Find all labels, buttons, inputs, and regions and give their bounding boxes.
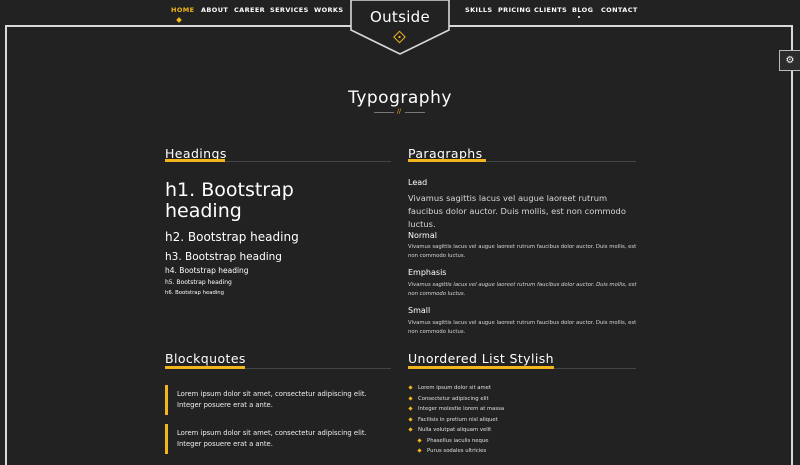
small-text: Vivamus sagittis lacus vel augue laoreet… bbox=[408, 320, 637, 335]
logo-text: Outside bbox=[369, 8, 431, 26]
nav-works[interactable]: WORKS bbox=[314, 6, 343, 14]
list-accent bbox=[408, 366, 554, 369]
heading-h2: h2. Bootstrap heading bbox=[165, 230, 299, 244]
heading-h1: h1. Bootstrap heading bbox=[165, 179, 294, 222]
page-title: Typography bbox=[348, 88, 452, 108]
normal-text: Vivamus sagittis lacus vel augue laoreet… bbox=[408, 244, 637, 259]
lead-text: Vivamus sagittis lacus vel augue laoreet… bbox=[408, 193, 626, 229]
list-item: Facilisis in pretium nisl aliquet bbox=[408, 417, 498, 423]
nav-pricing[interactable]: PRICING bbox=[498, 6, 531, 14]
nav-home[interactable]: HOME bbox=[171, 6, 194, 14]
list-item-nested: Purus sodales ultricies bbox=[417, 448, 486, 454]
nav-career[interactable]: CAREER bbox=[234, 6, 265, 14]
small-label: Small bbox=[408, 306, 431, 315]
list-title: Unordered List Stylish bbox=[408, 351, 554, 366]
logo-badge[interactable]: Outside bbox=[350, 0, 450, 56]
nav-blog[interactable]: BLOG bbox=[572, 6, 593, 14]
heading-h5: h5. Bootstrap heading bbox=[165, 279, 232, 286]
nav-contact[interactable]: CONTACT bbox=[601, 6, 638, 14]
heading-h6: h6. Bootstrap heading bbox=[165, 290, 225, 296]
normal-label: Normal bbox=[408, 231, 437, 240]
blockquotes-title: Blockquotes bbox=[165, 351, 246, 366]
paragraphs-accent bbox=[408, 159, 486, 162]
nav-clients[interactable]: CLIENTS bbox=[534, 6, 567, 14]
heading-h4: h4. Bootstrap heading bbox=[165, 266, 249, 275]
list-item: Integer molestie lorem at massa bbox=[408, 406, 504, 412]
settings-button[interactable]: ⚙ bbox=[779, 50, 800, 71]
title-separator-left bbox=[374, 112, 394, 113]
list-item: Consectetur adipiscing elit bbox=[408, 396, 489, 402]
heading-h3: h3. Bootstrap heading bbox=[165, 251, 282, 263]
blockquote: Lorem ipsum dolor sit amet, consectetur … bbox=[165, 385, 390, 415]
nav-skills[interactable]: SKILLS bbox=[465, 6, 493, 14]
blockquotes-accent bbox=[165, 366, 245, 369]
list-item: Lorem ipsum dolor sit amet bbox=[408, 385, 491, 391]
title-separator-right bbox=[405, 112, 425, 113]
blockquote: Lorem ipsum dolor sit amet, consectetur … bbox=[165, 424, 390, 454]
nav-services[interactable]: SERVICES bbox=[270, 6, 309, 14]
nav-about[interactable]: ABOUT bbox=[201, 6, 228, 14]
dropdown-dot bbox=[578, 16, 580, 18]
emphasis-label: Emphasis bbox=[408, 268, 447, 277]
title-separator-mark: // bbox=[397, 108, 402, 115]
list-item-nested: Phasellus iaculis neque bbox=[417, 438, 489, 444]
emphasis-text: Vivamus sagittis lacus vel augue laoreet… bbox=[408, 282, 637, 297]
active-indicator bbox=[176, 17, 182, 23]
headings-accent bbox=[165, 159, 225, 162]
gear-icon: ⚙ bbox=[785, 55, 795, 66]
list-item: Nulla volutpat aliquam velit bbox=[408, 427, 491, 433]
lead-label: Lead bbox=[408, 178, 428, 187]
